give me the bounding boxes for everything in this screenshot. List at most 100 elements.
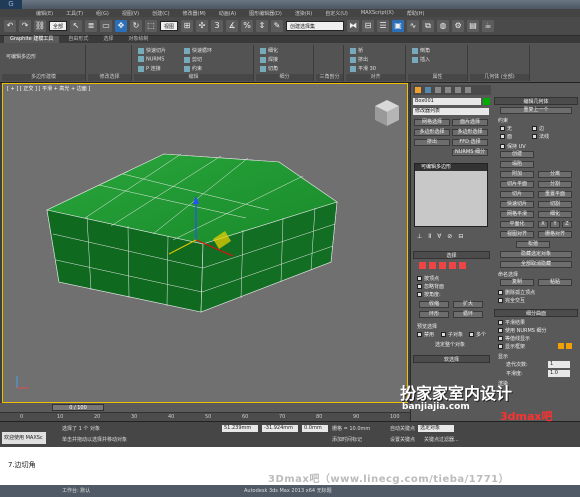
- poly-select-button-2[interactable]: 多边形选择: [452, 129, 488, 136]
- view-align-button[interactable]: 视图对齐: [500, 231, 534, 238]
- ribbon-item-pconnect[interactable]: P 连接: [138, 65, 161, 72]
- menu-item[interactable]: 创建(C): [152, 10, 169, 17]
- object-color-swatch[interactable]: [483, 98, 490, 105]
- detach-button[interactable]: 分离: [538, 171, 572, 178]
- menu-item[interactable]: 图形编辑器(D): [249, 10, 282, 17]
- reset-plane-button[interactable]: 重置平面: [538, 191, 572, 198]
- preview-subobj-radio[interactable]: 子对象: [441, 331, 463, 338]
- ribbon-item-editable-poly[interactable]: 可编辑多边形: [6, 53, 36, 60]
- collapse-button[interactable]: 塌陷: [500, 161, 534, 168]
- menu-item[interactable]: 自定义(U): [325, 10, 348, 17]
- by-vertex-checkbox[interactable]: 按顶点: [417, 275, 439, 282]
- planar-z-button[interactable]: Z: [562, 221, 572, 228]
- ffd-select-button[interactable]: FFD 选择: [452, 139, 488, 146]
- unhide-all-button[interactable]: 全部取消隐藏: [500, 261, 572, 268]
- rollout-subdivision-surface[interactable]: 细分曲面: [494, 309, 578, 317]
- quickslice-button[interactable]: 快速切片: [500, 201, 534, 208]
- modify-tab-icon[interactable]: [425, 87, 431, 93]
- edge-icon[interactable]: [429, 262, 436, 269]
- slice-button[interactable]: 切片: [500, 191, 534, 198]
- polygon-icon[interactable]: [449, 262, 456, 269]
- render-icon[interactable]: ☕: [482, 20, 495, 32]
- named-selection-dropdown[interactable]: 创建选择集: [286, 21, 345, 31]
- loop-button[interactable]: 循环: [453, 311, 483, 318]
- scale-icon[interactable]: ⬚: [145, 20, 158, 32]
- preserve-uv-checkbox[interactable]: 保持 UV: [500, 143, 526, 150]
- tessellate-button[interactable]: 细化: [538, 211, 572, 218]
- motion-tab-icon[interactable]: [445, 87, 451, 93]
- shrink-button[interactable]: 收缩: [419, 301, 449, 308]
- tab-object-paint[interactable]: 对象绘制: [122, 36, 154, 43]
- make-unique-icon[interactable]: ∀: [437, 233, 441, 241]
- curve-editor-icon[interactable]: ∿: [407, 20, 420, 32]
- meshsmooth-button[interactable]: 网格平滑: [500, 211, 534, 218]
- preview-multi-radio[interactable]: 多个: [469, 331, 486, 338]
- render-frame-icon[interactable]: ▤: [467, 20, 480, 32]
- percent-snap-icon[interactable]: %: [241, 20, 254, 32]
- menu-item[interactable]: 工具(T): [66, 10, 83, 17]
- utilities-tab-icon[interactable]: [465, 87, 471, 93]
- patch-select-button[interactable]: 面片选择: [452, 119, 488, 126]
- copy-button[interactable]: 复制: [500, 279, 534, 286]
- grid-align-button[interactable]: 栅格对齐: [538, 231, 572, 238]
- hierarchy-tab-icon[interactable]: [435, 87, 441, 93]
- attach-button[interactable]: 附加: [500, 171, 534, 178]
- ribbon-item-tessellate[interactable]: 细化: [260, 47, 278, 54]
- tab-freeform[interactable]: 自由形式: [62, 36, 94, 43]
- create-button[interactable]: 创建: [500, 151, 534, 158]
- smoothness-input[interactable]: 1.0: [548, 370, 570, 377]
- show-cage-checkbox[interactable]: 显示框架: [498, 343, 525, 350]
- hide-selected-button[interactable]: 隐藏选定对象: [500, 251, 572, 258]
- workspace-label[interactable]: 工作台: 默认: [62, 487, 90, 494]
- viewport-label[interactable]: [ + ] [ 正交 ] [ 平滑 + 高光 + 边面 ]: [7, 85, 90, 92]
- ignore-backface-checkbox[interactable]: 忽略背面: [417, 283, 444, 290]
- reference-coord-dropdown[interactable]: 视图: [160, 21, 179, 31]
- constraint-edge-radio[interactable]: 边: [532, 125, 544, 132]
- constraint-face-radio[interactable]: 面: [500, 133, 512, 140]
- split-button[interactable]: 分割: [538, 181, 572, 188]
- mesh-select-button[interactable]: 网格选择: [414, 119, 450, 126]
- ribbon-item-inset[interactable]: 插入: [412, 56, 430, 63]
- planar-y-button[interactable]: Y: [550, 221, 560, 228]
- maxscript-listener[interactable]: 欢迎使用 MAXSc: [2, 432, 46, 444]
- material-editor-icon[interactable]: ◍: [437, 20, 450, 32]
- relax-button[interactable]: 松弛: [516, 241, 550, 248]
- select-icon[interactable]: ↖: [70, 20, 83, 32]
- nurms-button[interactable]: NURMS 细分: [452, 149, 488, 156]
- key-filters-button[interactable]: 关键点过滤器...: [424, 436, 459, 443]
- by-angle-checkbox[interactable]: 按角度:: [417, 291, 441, 298]
- full-interactivity-checkbox[interactable]: 完全交互: [498, 297, 525, 304]
- ribbon-item-bridge[interactable]: 桥: [350, 47, 363, 54]
- rotate-icon[interactable]: ↻: [130, 20, 143, 32]
- timeline-ruler[interactable]: 0 10 20 30 40 50 60 70 80 90 100: [0, 412, 410, 421]
- menu-item[interactable]: MAXScript(X): [361, 10, 394, 16]
- isoline-display-checkbox[interactable]: 等值线显示: [498, 335, 530, 342]
- preview-off-radio[interactable]: 禁用: [417, 331, 434, 338]
- box-mesh[interactable]: [46, 153, 338, 313]
- menu-item[interactable]: 编辑(E): [36, 10, 53, 17]
- snap-icon[interactable]: 3: [211, 20, 224, 32]
- constraint-normal-radio[interactable]: 法线: [532, 133, 549, 140]
- link-icon[interactable]: ⛓: [34, 20, 46, 32]
- make-planar-button[interactable]: 平面化: [500, 221, 534, 228]
- edit-named-sel-icon[interactable]: ✎: [271, 20, 284, 32]
- iterations-input[interactable]: 1: [548, 361, 570, 368]
- smooth-result-checkbox[interactable]: 平滑结果: [498, 319, 525, 326]
- menu-item[interactable]: 组(G): [96, 10, 109, 17]
- remove-modifier-icon[interactable]: ⊘: [447, 233, 452, 241]
- modifier-list-dropdown[interactable]: 修改器列表: [413, 108, 489, 115]
- tab-selection[interactable]: 选择: [97, 36, 119, 43]
- schematic-icon[interactable]: ⧉: [422, 20, 435, 32]
- viewcube-icon[interactable]: [375, 100, 399, 126]
- selection-filter-dropdown[interactable]: 全部: [49, 21, 68, 31]
- selected-dropdown[interactable]: 选定对象: [418, 425, 454, 432]
- poly-select-button[interactable]: 多边形选择: [414, 129, 450, 136]
- rollout-selection[interactable]: 选择: [413, 251, 490, 259]
- app-logo-icon[interactable]: G: [0, 0, 22, 9]
- y-coord-field[interactable]: -31.924mm: [262, 425, 298, 432]
- menu-item[interactable]: 修改器(M): [183, 10, 206, 17]
- configure-icon[interactable]: ⊟: [458, 233, 463, 241]
- paste-button[interactable]: 粘贴: [538, 279, 572, 286]
- menu-item[interactable]: 动画(A): [219, 10, 236, 17]
- pin-stack-icon[interactable]: ⊥: [417, 233, 422, 241]
